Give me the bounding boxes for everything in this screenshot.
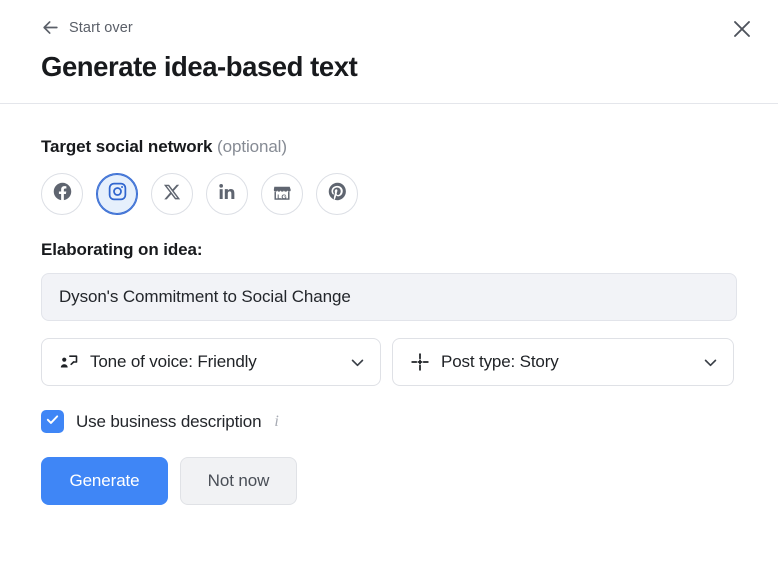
linkedin-icon xyxy=(217,182,237,207)
voice-person-icon xyxy=(58,352,79,373)
target-network-label-text: Target social network xyxy=(41,137,212,156)
story-crop-icon xyxy=(409,352,430,373)
dialog-body: Target social network (optional) xyxy=(0,104,778,505)
post-type-select[interactable]: Post type: Story xyxy=(392,338,734,386)
not-now-button[interactable]: Not now xyxy=(180,457,297,505)
social-network-selector: LG xyxy=(41,173,737,215)
check-icon xyxy=(45,412,60,432)
chevron-down-icon xyxy=(701,353,719,371)
google-business-icon: LG xyxy=(271,181,293,208)
close-button[interactable] xyxy=(724,13,760,49)
facebook-icon xyxy=(52,181,73,207)
generation-options-row: Tone of voice: Friendly xyxy=(41,338,737,386)
svg-text:LG: LG xyxy=(277,193,286,200)
instagram-icon xyxy=(107,181,128,207)
target-network-label: Target social network (optional) xyxy=(41,137,737,157)
social-chip-facebook[interactable] xyxy=(41,173,83,215)
generate-button[interactable]: Generate xyxy=(41,457,168,505)
idea-input[interactable] xyxy=(41,273,737,321)
arrow-left-icon xyxy=(41,18,60,37)
post-type-value: Post type: Story xyxy=(441,352,690,372)
social-chip-google-business[interactable]: LG xyxy=(261,173,303,215)
tone-of-voice-value: Tone of voice: Friendly xyxy=(90,352,337,372)
page-title: Generate idea-based text xyxy=(41,51,738,83)
start-over-label: Start over xyxy=(69,20,133,36)
use-business-description-row: Use business description i xyxy=(41,410,737,433)
target-network-optional-text: (optional) xyxy=(217,137,287,156)
use-business-description-label: Use business description xyxy=(76,412,261,432)
close-icon xyxy=(730,17,754,46)
idea-section: Elaborating on idea: xyxy=(41,240,737,321)
dialog-actions: Generate Not now xyxy=(41,457,737,505)
x-twitter-icon xyxy=(163,183,181,206)
pinterest-icon xyxy=(327,181,348,207)
generate-idea-text-dialog: Start over Generate idea-based text Targ… xyxy=(0,0,778,586)
use-business-description-checkbox[interactable] xyxy=(41,410,64,433)
chevron-down-icon xyxy=(348,353,366,371)
social-chip-instagram[interactable] xyxy=(96,173,138,215)
social-chip-linkedin[interactable] xyxy=(206,173,248,215)
social-chip-pinterest[interactable] xyxy=(316,173,358,215)
dialog-header: Start over Generate idea-based text xyxy=(0,0,778,104)
start-over-button[interactable]: Start over xyxy=(41,18,133,37)
social-chip-x[interactable] xyxy=(151,173,193,215)
idea-label: Elaborating on idea: xyxy=(41,240,737,260)
info-icon[interactable]: i xyxy=(274,414,278,430)
tone-of-voice-select[interactable]: Tone of voice: Friendly xyxy=(41,338,381,386)
